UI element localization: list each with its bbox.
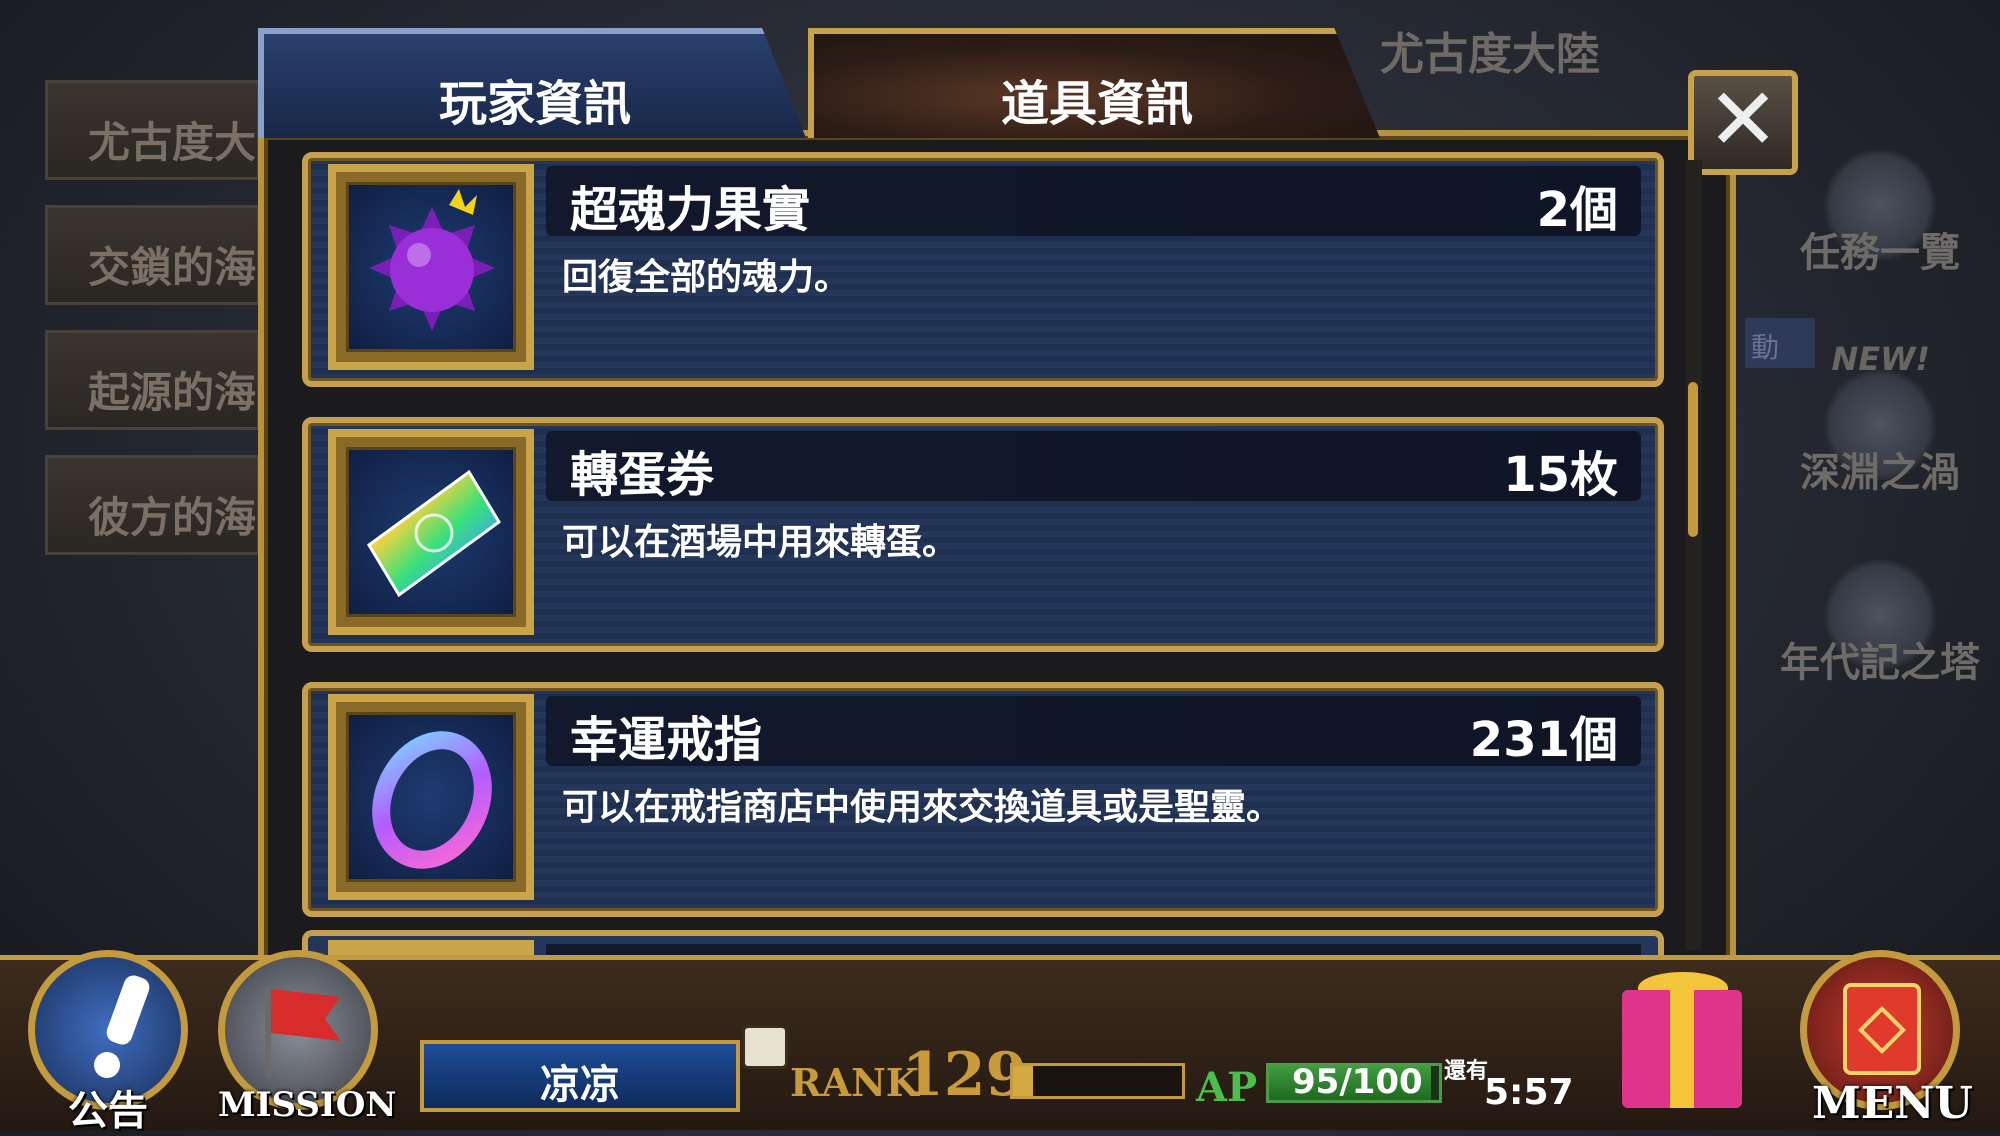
bg-quest-list: 任務一覽: [1780, 150, 1980, 300]
item-icon-frame: [328, 429, 534, 635]
menu-label: MENU: [1812, 1078, 1973, 1129]
ap-remaining-label: 還有: [1444, 1059, 1489, 1084]
close-icon: ✕: [1706, 70, 1780, 170]
rainbow-ticket-icon: [346, 447, 516, 617]
bg-quest-list-label: 任務一覽: [1800, 230, 1960, 276]
player-name[interactable]: 凉凉: [420, 1040, 740, 1112]
ap-value: 95/100: [1292, 1062, 1423, 1102]
item-count: 2個: [1536, 182, 1618, 238]
item-description: 可以在酒場中用來轉蛋。: [562, 522, 959, 563]
item-count: 15枚: [1503, 447, 1618, 503]
bg-tower: 年代記之塔: [1780, 560, 1980, 710]
rank-progress-bar: [1010, 1063, 1185, 1099]
mission-label: MISSION: [218, 1085, 397, 1125]
tab-label: 玩家資訊: [438, 76, 631, 132]
ap-remaining-time: 5:57: [1484, 1072, 1574, 1113]
rank-value: 129: [902, 1040, 1028, 1110]
chat-icon[interactable]: [742, 1025, 788, 1069]
bg-abyss: 深淵之渦: [1780, 370, 1980, 520]
item-count: 231個: [1469, 712, 1618, 768]
item-card[interactable]: 轉蛋券 15枚 可以在酒場中用來轉蛋。: [302, 417, 1664, 652]
bg-menu-item: 起源的海: [45, 330, 260, 430]
purple-fruit-icon: [346, 182, 516, 352]
flag-icon: [265, 987, 341, 1077]
rank-progress-fill: [1013, 1066, 1033, 1096]
region-title: 尤古度大陸: [1380, 29, 1600, 80]
item-description: 回復全部的魂力。: [562, 257, 851, 298]
ap-label: AP: [1196, 1064, 1258, 1111]
item-name: 幸運戒指: [570, 712, 763, 768]
tab-label: 道具資訊: [1000, 76, 1193, 132]
event-badge: 動: [1745, 318, 1815, 368]
item-card[interactable]: 超魂力果實 2個 回復全部的魂力。: [302, 152, 1664, 387]
luck-ring-icon: [346, 712, 516, 882]
bg-tower-label: 年代記之塔: [1780, 640, 1980, 686]
scrollbar[interactable]: [1686, 160, 1702, 950]
bg-menu-item: 交鎖的海: [45, 205, 260, 305]
item-description: 可以在戒指商店中使用來交換道具或是聖靈。: [562, 787, 1283, 828]
scrollbar-thumb[interactable]: [1688, 382, 1698, 537]
gift-box-button[interactable]: [1622, 990, 1742, 1108]
close-button[interactable]: ✕: [1688, 70, 1798, 175]
notice-label: 公告: [68, 1088, 148, 1134]
item-card[interactable]: 幸運戒指 231個 可以在戒指商店中使用來交換道具或是聖靈。: [302, 682, 1664, 917]
rank-label: RANK: [790, 1060, 919, 1105]
item-name: 轉蛋券: [570, 447, 715, 503]
item-icon-frame: [328, 164, 534, 370]
item-icon-frame: [328, 694, 534, 900]
tab-player-info[interactable]: 玩家資訊: [258, 28, 806, 138]
item-name: 超魂力果實: [570, 182, 811, 238]
bg-menu-item: 尤古度大: [45, 80, 260, 180]
bg-abyss-label: 深淵之渦: [1800, 450, 1960, 496]
tab-item-info[interactable]: 道具資訊: [808, 28, 1380, 138]
bg-menu-item: 彼方的海: [45, 455, 260, 555]
